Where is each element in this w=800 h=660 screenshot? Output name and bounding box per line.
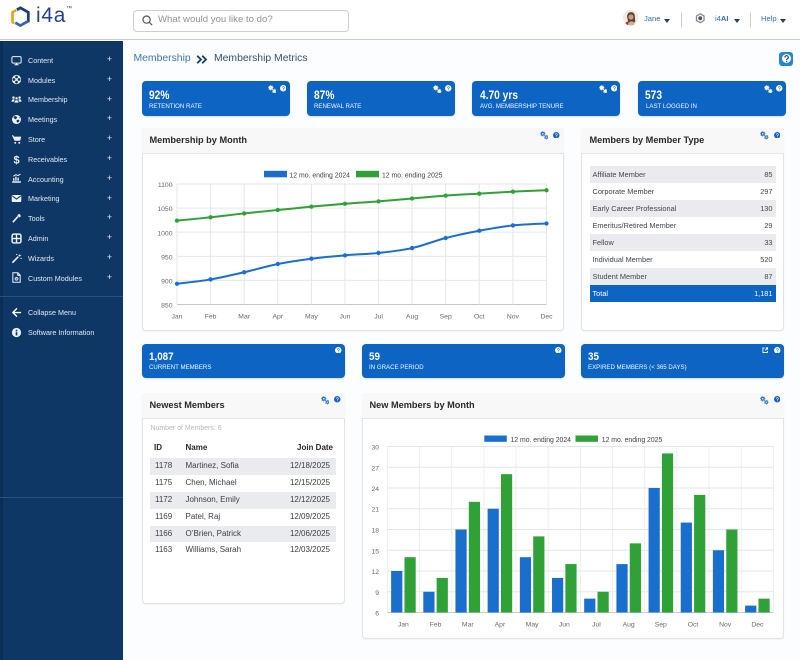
svg-text:Oct: Oct — [474, 313, 485, 320]
svg-text:9: 9 — [375, 590, 379, 597]
svg-text:850: 850 — [161, 303, 173, 310]
svg-text:24: 24 — [371, 486, 379, 493]
svg-text:Jun: Jun — [558, 621, 569, 628]
svg-text:18: 18 — [371, 528, 379, 535]
svg-text:1050: 1050 — [157, 206, 172, 213]
svg-text:Aug: Aug — [622, 621, 634, 628]
svg-text:Feb: Feb — [429, 621, 441, 628]
svg-text:1000: 1000 — [157, 230, 172, 237]
svg-text:Jun: Jun — [339, 313, 350, 320]
svg-text:Nov: Nov — [719, 621, 732, 628]
svg-text:May: May — [304, 313, 317, 320]
svg-text:Sep: Sep — [439, 313, 451, 320]
svg-text:Oct: Oct — [687, 621, 698, 628]
svg-text:$: $ — [13, 154, 19, 164]
svg-text:May: May — [525, 621, 538, 628]
svg-text:Mar: Mar — [238, 313, 250, 320]
svg-text:Feb: Feb — [204, 313, 216, 320]
svg-text:Jan: Jan — [171, 313, 182, 320]
svg-text:Dec: Dec — [751, 621, 764, 628]
svg-text:12 mo. ending 2025: 12 mo. ending 2025 — [601, 437, 662, 444]
svg-text:Apr: Apr — [494, 621, 505, 628]
svg-text:15: 15 — [371, 548, 379, 555]
svg-text:Jul: Jul — [374, 313, 383, 320]
svg-text:21: 21 — [371, 507, 379, 514]
svg-text:12: 12 — [371, 569, 379, 576]
svg-text:Nov: Nov — [506, 313, 519, 320]
svg-text:Sep: Sep — [654, 621, 666, 628]
svg-text:12 mo. ending 2024: 12 mo. ending 2024 — [289, 172, 350, 179]
svg-text:Aug: Aug — [406, 313, 418, 320]
svg-text:900: 900 — [161, 278, 173, 285]
svg-text:27: 27 — [371, 465, 379, 472]
svg-text:12 mo. ending 2025: 12 mo. ending 2025 — [382, 172, 443, 179]
svg-text:12 mo. ending 2024: 12 mo. ending 2024 — [510, 437, 571, 444]
svg-text:Jan: Jan — [397, 621, 408, 628]
svg-text:Apr: Apr — [272, 313, 283, 320]
svg-text:Jul: Jul — [592, 621, 601, 628]
svg-text:Dec: Dec — [540, 313, 553, 320]
svg-text:30: 30 — [371, 445, 379, 452]
svg-text:Mar: Mar — [461, 621, 473, 628]
svg-text:950: 950 — [161, 254, 173, 261]
svg-text:1100: 1100 — [157, 182, 172, 189]
svg-text:6: 6 — [375, 611, 379, 618]
